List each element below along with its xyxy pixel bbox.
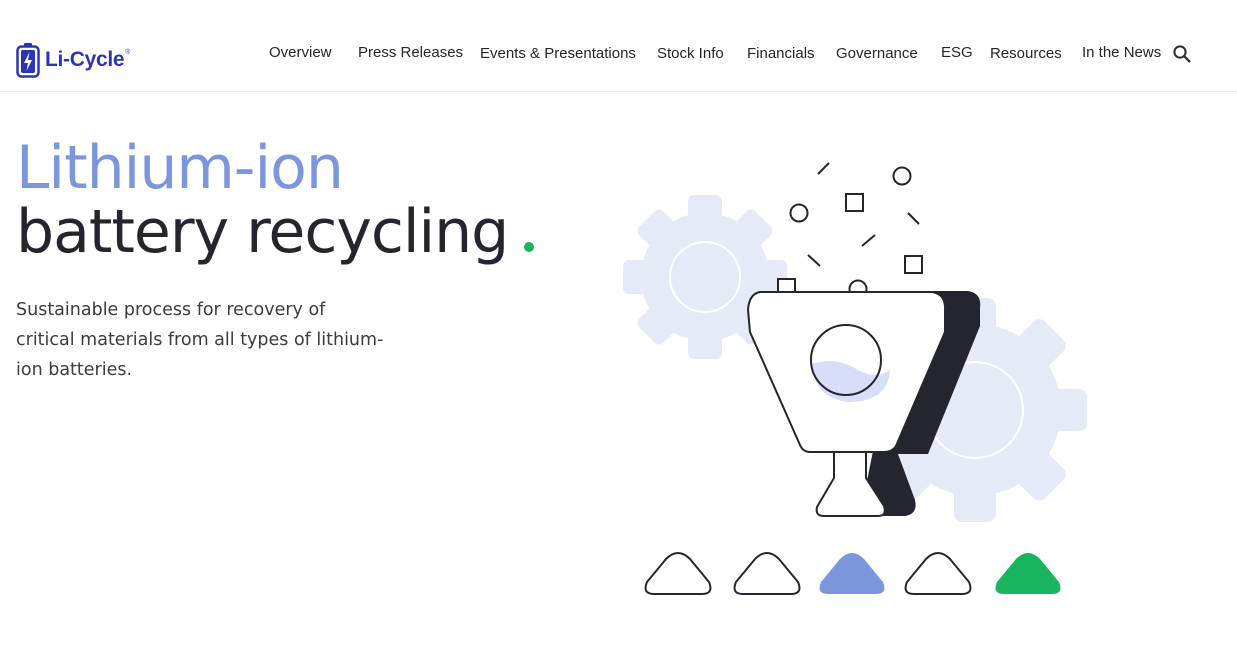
nav-press-releases[interactable]: Press Releases <box>358 44 463 61</box>
triangle-outline-2 <box>733 551 801 595</box>
nav-in-the-news[interactable]: In the News <box>1082 44 1161 61</box>
nav-overview[interactable]: Overview <box>269 44 332 61</box>
battery-recycling-funnel-illustration <box>623 162 1087 595</box>
nav-esg[interactable]: ESG <box>941 44 973 61</box>
green-dot <box>524 242 535 252</box>
hero-title-line2: battery recycling <box>16 197 535 267</box>
nav-financials[interactable]: Financials <box>747 45 815 62</box>
hero-title-line1: Lithium-ion <box>16 133 344 203</box>
hero-title-line2-text: battery recycling <box>16 197 509 267</box>
battery-triangles <box>644 551 1061 595</box>
hero-subtitle: Sustainable process for recovery of crit… <box>16 300 384 380</box>
triangle-outline-1 <box>644 551 712 595</box>
search-icon[interactable] <box>1172 44 1192 64</box>
triangle-green <box>995 553 1061 594</box>
nav-events-presentations[interactable]: Events & Presentations <box>480 45 636 62</box>
triangle-outline-3 <box>904 551 972 595</box>
falling-shapes <box>777 162 923 299</box>
triangle-blue <box>819 553 885 594</box>
nav-governance[interactable]: Governance <box>836 45 918 62</box>
nav-stock-info[interactable]: Stock Info <box>657 45 724 62</box>
hero-title: Lithium-ion battery recycling <box>16 133 535 267</box>
main-nav: Overview Press Releases Events & Present… <box>0 0 1237 92</box>
nav-resources[interactable]: Resources <box>990 45 1062 62</box>
site-header: Li-Cycle ® Overview Press Releases Event… <box>0 0 1237 92</box>
